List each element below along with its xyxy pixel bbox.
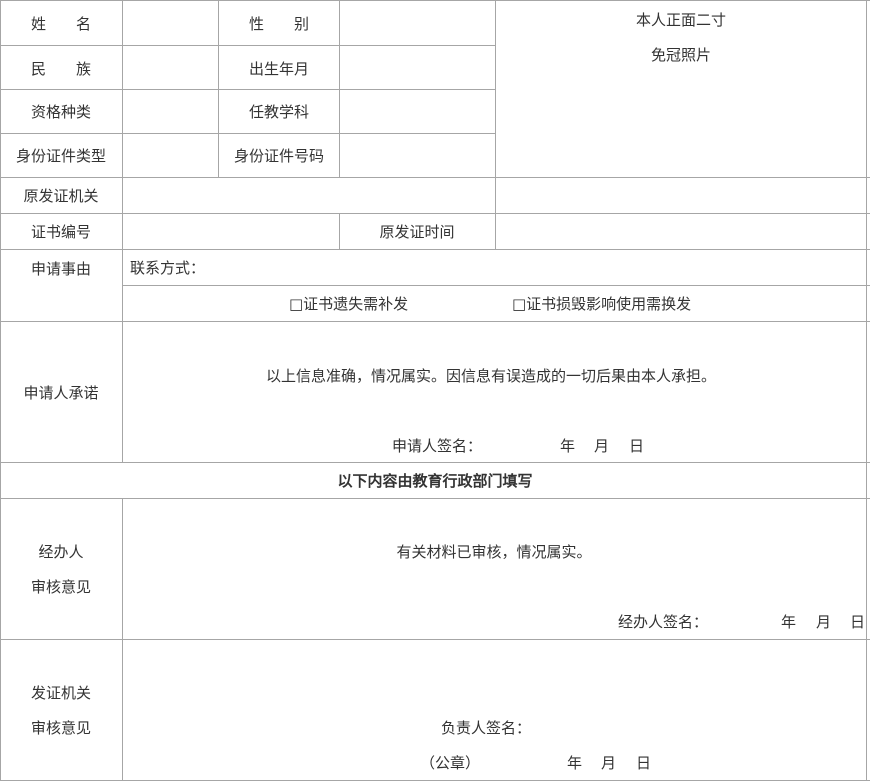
photo-note-line2: 免冠照片 — [650, 46, 712, 64]
grid-line — [0, 133, 495, 134]
grid-line — [0, 639, 870, 640]
grid-line — [0, 213, 870, 214]
office-sign-year: 年 — [567, 754, 583, 772]
grid-line — [0, 498, 870, 499]
grid-line — [0, 177, 870, 178]
id-type-label: 身份证件类型 — [15, 147, 107, 165]
grid-line — [0, 89, 495, 90]
grid-line — [0, 0, 870, 1]
certificate-number-label: 证书编号 — [30, 223, 92, 241]
office-label-line2: 审核意见 — [30, 719, 92, 737]
applicant-sign-year: 年 — [560, 437, 576, 455]
grid-line — [866, 0, 867, 781]
applicant-signature-label: 申请人签名： — [392, 437, 483, 455]
applicant-sign-day: 日 — [629, 437, 645, 455]
application-reason-label: 申请事由 — [30, 260, 92, 278]
grid-line — [0, 780, 870, 781]
grid-line — [339, 213, 340, 250]
section-title: 以下内容由教育行政部门填写 — [337, 472, 533, 490]
handler-signature-label: 经办人签名： — [618, 613, 709, 631]
grid-line — [218, 0, 219, 178]
photo-note-line1: 本人正面二寸 — [635, 11, 727, 29]
teaching-subject-label: 任教学科 — [248, 103, 310, 121]
qualification-type-label: 资格种类 — [30, 103, 92, 121]
original-issue-date-label: 原发证时间 — [379, 223, 455, 241]
handler-label-line2: 审核意见 — [30, 578, 92, 596]
option-damaged-checkbox[interactable]: □证书损毁影响使用需换发 — [512, 294, 691, 314]
grid-line — [122, 0, 123, 463]
grid-line — [339, 0, 340, 178]
handler-sign-month: 月 — [816, 613, 832, 631]
handler-label-line1: 经办人 — [38, 543, 84, 561]
id-number-label: 身份证件号码 — [233, 147, 325, 165]
grid-line — [495, 0, 496, 250]
grid-line — [0, 462, 870, 463]
office-sign-day: 日 — [636, 754, 652, 772]
grid-line — [0, 321, 870, 322]
office-sign-month: 月 — [601, 754, 617, 772]
grid-line — [0, 45, 495, 46]
grid-line — [0, 249, 870, 250]
principal-signature-label: 负责人签名： — [441, 719, 532, 737]
ethnicity-label: 民 族 — [30, 60, 92, 78]
grid-line — [122, 285, 870, 286]
original-issuer-label: 原发证机关 — [23, 187, 99, 205]
grid-line — [0, 0, 1, 781]
handler-review-text: 有关材料已审核，情况属实。 — [396, 543, 592, 561]
grid-line — [122, 498, 123, 781]
official-seal-label: （公章） — [420, 754, 481, 772]
office-label-line1: 发证机关 — [30, 684, 92, 702]
applicant-promise-label: 申请人承诺 — [23, 384, 99, 402]
gender-label: 性 别 — [248, 15, 310, 33]
handler-sign-day: 日 — [850, 613, 866, 631]
handler-sign-year: 年 — [781, 613, 797, 631]
contact-label: 联系方式： — [130, 259, 206, 277]
promise-statement: 以上信息准确，情况属实。因信息有误造成的一切后果由本人承担。 — [265, 367, 717, 385]
name-label: 姓 名 — [30, 15, 92, 33]
applicant-sign-month: 月 — [594, 437, 610, 455]
birth-date-label: 出生年月 — [248, 60, 310, 78]
option-lost-checkbox[interactable]: □证书遗失需补发 — [289, 294, 408, 314]
